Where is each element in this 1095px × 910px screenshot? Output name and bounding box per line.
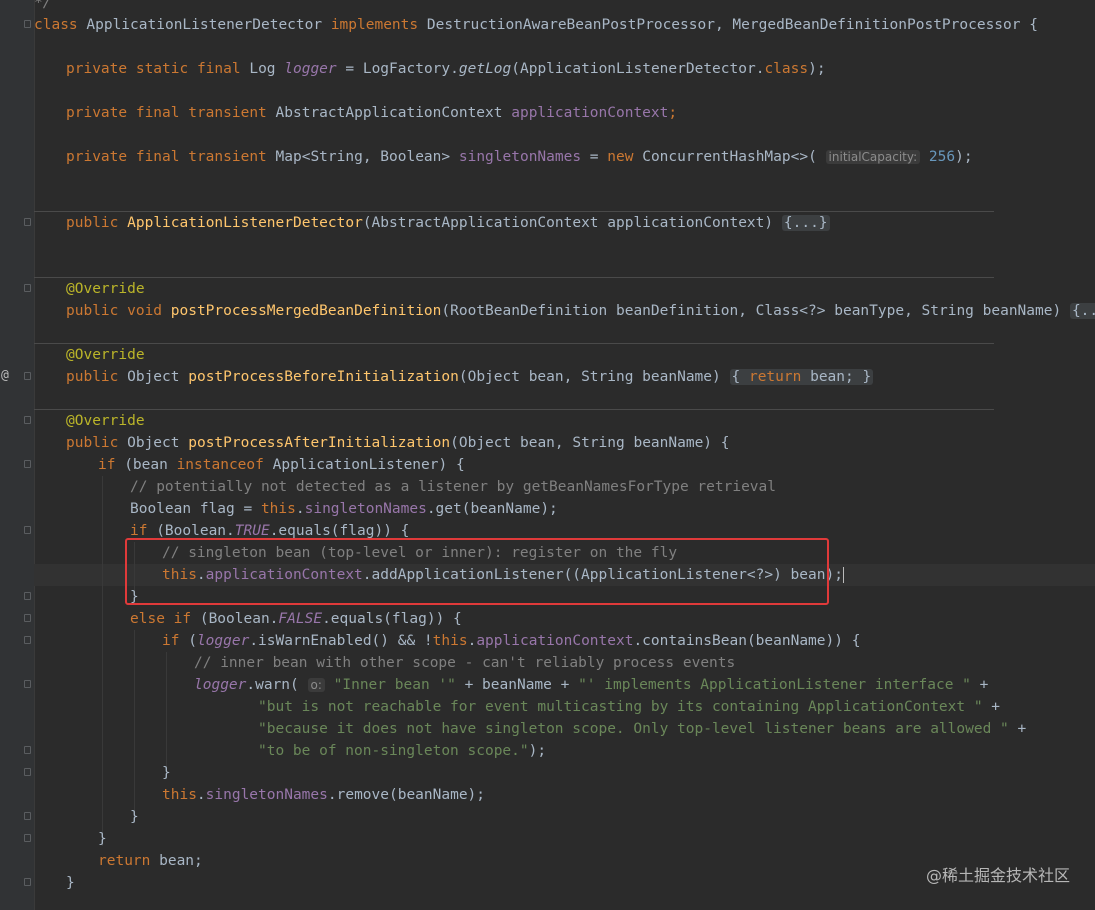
- fold-marker-icon[interactable]: [24, 592, 31, 600]
- parameter-hint: o:: [307, 678, 325, 692]
- fold-marker-icon[interactable]: [24, 526, 31, 534]
- code-line-logger: private static final Log logger = LogFac…: [66, 61, 826, 77]
- fold-marker-icon[interactable]: [24, 20, 31, 28]
- method-separator: [34, 343, 994, 344]
- watermark-text: @稀土掘金技术社区: [925, 866, 1070, 885]
- code-line-string: "because it does not have singleton scop…: [258, 721, 1027, 737]
- code-line-return: return bean;: [98, 853, 203, 869]
- code-line-class-declaration: class ApplicationListenerDetector implem…: [34, 17, 1038, 33]
- indent-guide: [102, 476, 103, 846]
- fold-marker-icon[interactable]: [24, 218, 31, 226]
- parameter-hint: initialCapacity:: [825, 150, 921, 164]
- fold-marker-icon[interactable]: [24, 878, 31, 886]
- fold-marker-icon[interactable]: [24, 812, 31, 820]
- code-close-brace: }: [130, 809, 139, 825]
- code-close-brace: }: [162, 765, 171, 781]
- code-comment: // inner bean with other scope - can't r…: [194, 655, 736, 671]
- code-line-merged-bean-definition: public void postProcessMergedBeanDefinit…: [66, 300, 1095, 322]
- folded-code-block[interactable]: {...}: [1069, 303, 1095, 319]
- fold-marker-icon[interactable]: [24, 416, 31, 424]
- annotation-override: @Override: [66, 281, 145, 297]
- code-line-string: "to be of non-singleton scope.");: [258, 743, 547, 759]
- indent-guide: [134, 630, 135, 820]
- gutter-divider: [34, 0, 35, 910]
- code-line-application-context: private final transient AbstractApplicat…: [66, 105, 678, 121]
- code-line: */: [34, 0, 52, 11]
- method-separator: [34, 277, 994, 278]
- code-line-singleton-names: private final transient Map<String, Bool…: [66, 149, 973, 165]
- fold-marker-icon[interactable]: [24, 834, 31, 842]
- fold-marker-icon[interactable]: [24, 460, 31, 468]
- code-line-before-initialization: public Object postProcessBeforeInitializ…: [66, 369, 874, 385]
- code-line-constructor: public ApplicationListenerDetector(Abstr…: [66, 215, 830, 231]
- code-line-flag: Boolean flag = this.singletonNames.get(b…: [130, 501, 558, 517]
- annotation-override: @Override: [66, 413, 145, 429]
- code-close-brace: }: [66, 875, 75, 891]
- fold-marker-icon[interactable]: [24, 614, 31, 622]
- indent-guide: [166, 652, 167, 770]
- code-line-logger-warn: logger.warn( o: "Inner bean '" + beanNam…: [194, 677, 989, 693]
- code-line-warn-if: if (logger.isWarnEnabled() && !this.appl…: [162, 633, 861, 649]
- code-line-else-if: else if (Boolean.FALSE.equals(flag)) {: [130, 611, 462, 627]
- fold-marker-icon[interactable]: [24, 284, 31, 292]
- fold-marker-icon[interactable]: [24, 680, 31, 688]
- folded-code-block[interactable]: {...}: [781, 215, 830, 231]
- code-line-remove: this.singletonNames.remove(beanName);: [162, 787, 486, 803]
- fold-marker-icon[interactable]: [24, 372, 31, 380]
- fold-marker-icon[interactable]: [24, 636, 31, 644]
- code-line-after-initialization: public Object postProcessAfterInitializa…: [66, 435, 730, 451]
- red-highlight-annotation: [125, 538, 829, 605]
- code-close-brace: }: [98, 831, 107, 847]
- method-separator: [34, 409, 994, 410]
- code-comment: // potentially not detected as a listene…: [130, 479, 777, 495]
- annotation-override: @Override: [66, 347, 145, 363]
- override-gutter-icon[interactable]: @: [1, 368, 9, 383]
- code-line-if-instanceof: if (bean instanceof ApplicationListener)…: [98, 457, 465, 473]
- fold-marker-icon[interactable]: [24, 768, 31, 776]
- text-caret: [842, 567, 845, 583]
- code-line-string: "but is not reachable for event multicas…: [258, 699, 1001, 715]
- fold-marker-icon[interactable]: [24, 746, 31, 754]
